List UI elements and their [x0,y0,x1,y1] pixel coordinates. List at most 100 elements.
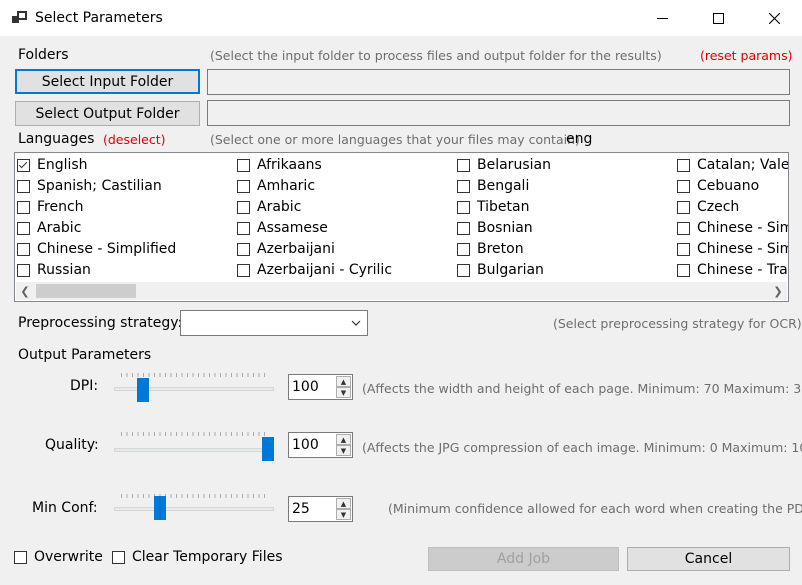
scrollbar-thumb[interactable] [36,284,136,298]
quality-slider[interactable] [114,432,274,464]
input-folder-field[interactable] [207,69,790,95]
dpi-down-arrow-icon[interactable]: ▼ [336,387,351,398]
preprocessing-hint: (Select preprocessing strategy for OCR) [553,316,802,331]
language-checkbox[interactable]: Breton [457,239,524,259]
overwrite-checkbox[interactable]: Overwrite [14,547,103,567]
language-label: Bosnian [477,220,533,236]
quality-down-arrow-icon[interactable]: ▼ [336,445,351,456]
minconf-up-arrow-icon[interactable]: ▲ [336,498,351,509]
language-checkbox[interactable]: Bosnian [457,218,533,238]
minconf-down-arrow-icon[interactable]: ▼ [336,509,351,520]
checkbox-icon[interactable] [237,263,250,277]
preprocessing-label: Preprocessing strategy: [18,315,183,331]
language-checkbox[interactable]: Azerbaijani [237,239,335,259]
language-label: French [37,199,84,215]
checkbox-icon[interactable] [17,179,30,193]
language-checkbox[interactable]: Spanish; Castilian [17,176,162,196]
dpi-input[interactable]: 100 ▲ ▼ [288,374,353,400]
checkbox-icon[interactable] [457,179,470,193]
language-checkbox[interactable]: Chinese - Simp [677,239,788,259]
minconf-slider-thumb[interactable] [154,496,166,520]
language-checkbox[interactable]: Russian [17,260,91,280]
checkbox-icon[interactable] [677,263,690,277]
quality-input[interactable]: 100 ▲ ▼ [288,432,353,458]
language-label: Tibetan [477,199,530,215]
language-checkbox[interactable]: Chinese - Simp [677,218,788,238]
language-checkbox[interactable]: Afrikaans [237,155,322,175]
maximize-icon [712,12,724,24]
overwrite-label: Overwrite [34,549,103,565]
language-checkbox[interactable]: Arabic [237,197,301,217]
language-checkbox[interactable]: Catalan; Valen [677,155,788,175]
minconf-slider[interactable] [114,494,274,526]
language-checkbox[interactable]: Chinese - Simplified [17,239,176,259]
checkbox-icon[interactable] [677,221,690,235]
language-label: English [37,157,88,173]
language-checkbox[interactable]: Tibetan [457,197,529,217]
dpi-slider-thumb[interactable] [136,378,149,402]
language-checkbox[interactable]: Bulgarian [457,260,544,280]
maximize-button[interactable] [690,0,746,36]
checkbox-icon[interactable] [457,200,470,214]
select-output-folder-button[interactable]: Select Output Folder [15,101,200,126]
language-label: Amharic [257,178,316,194]
language-label: Chinese - Simplified [37,241,177,257]
checkbox-icon[interactable] [677,242,690,256]
checkbox-icon[interactable] [237,179,250,193]
clear-temp-files-checkbox-box[interactable] [112,550,125,564]
checkbox-icon[interactable] [237,158,250,172]
checkbox-icon[interactable] [237,221,250,235]
select-input-folder-button[interactable]: Select Input Folder [15,69,200,94]
horizontal-scrollbar[interactable]: ❮ ❯ [16,282,787,300]
minimize-button[interactable] [634,0,690,36]
languages-label: Languages [18,131,95,147]
checkbox-icon[interactable] [457,221,470,235]
language-checkbox[interactable]: Belarusian [457,155,551,175]
minimize-icon [656,17,668,19]
checkbox-checked-icon[interactable] [17,158,30,172]
checkbox-icon[interactable] [677,179,690,193]
add-job-button[interactable]: Add Job [428,547,619,571]
language-checkbox[interactable]: Azerbaijani - Cyrilic [237,260,392,280]
language-checkbox[interactable]: Arabic [17,218,81,238]
checkbox-icon[interactable] [17,242,30,256]
output-folder-field[interactable] [207,100,790,126]
checkbox-icon[interactable] [17,263,30,277]
selected-language-code: eng [566,131,593,147]
language-checkbox[interactable]: English [17,155,88,175]
language-checkbox[interactable]: Assamese [237,218,328,238]
language-checkbox[interactable]: Bengali [457,176,529,196]
checkbox-icon[interactable] [17,221,30,235]
language-label: Breton [477,241,524,257]
quality-up-arrow-icon[interactable]: ▲ [336,434,351,445]
quality-slider-thumb[interactable] [262,437,274,461]
clear-temp-files-checkbox[interactable]: Clear Temporary Files [112,547,283,567]
checkbox-icon[interactable] [457,263,470,277]
checkbox-icon[interactable] [237,242,250,256]
dpi-hint: (Affects the width and height of each pa… [362,381,802,396]
scroll-left-arrow-icon[interactable]: ❮ [16,282,34,300]
preprocessing-dropdown[interactable] [180,310,368,336]
language-list[interactable]: English Spanish; Castilian French Arabic Chi… [14,152,789,302]
dpi-slider[interactable] [114,373,274,405]
deselect-link[interactable]: (deselect) [103,132,166,147]
scroll-right-arrow-icon[interactable]: ❯ [769,282,787,300]
checkbox-icon[interactable] [677,158,690,172]
cancel-button[interactable]: Cancel [627,547,790,571]
language-checkbox[interactable]: Amharic [237,176,315,196]
reset-params-link[interactable]: (reset params) [700,48,792,63]
checkbox-icon[interactable] [237,200,250,214]
close-button[interactable] [746,0,802,36]
language-label: Azerbaijani - Cyrilic [257,262,393,278]
checkbox-icon[interactable] [457,242,470,256]
language-checkbox[interactable]: Czech [677,197,739,217]
language-checkbox[interactable]: French [17,197,84,217]
language-checkbox[interactable]: Chinese - Trad [677,260,788,280]
checkbox-icon[interactable] [677,200,690,214]
dpi-up-arrow-icon[interactable]: ▲ [336,376,351,387]
overwrite-checkbox-box[interactable] [14,550,27,564]
checkbox-icon[interactable] [17,200,30,214]
language-checkbox[interactable]: Cebuano [677,176,759,196]
checkbox-icon[interactable] [457,158,470,172]
minconf-input[interactable]: 25 ▲ ▼ [288,496,353,522]
